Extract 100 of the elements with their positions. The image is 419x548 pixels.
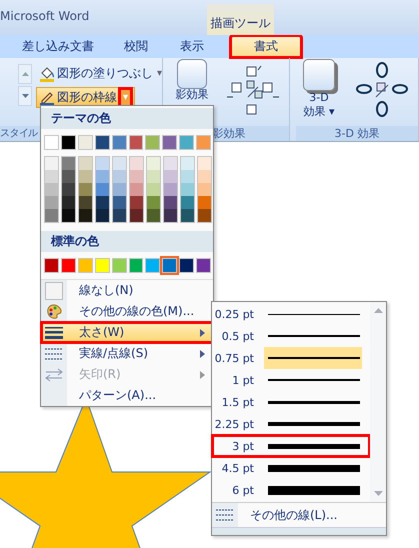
color-swatch[interactable] <box>147 196 160 209</box>
ribbon-tab[interactable]: 表示 <box>166 35 218 58</box>
group-label: 3-D 効果 <box>296 126 418 141</box>
color-swatch[interactable] <box>130 183 143 196</box>
color-swatch[interactable] <box>62 196 75 209</box>
color-swatch[interactable] <box>96 183 109 196</box>
color-swatch[interactable] <box>113 183 126 196</box>
color-swatch[interactable] <box>60 135 76 150</box>
color-swatch[interactable] <box>162 135 178 150</box>
color-swatch[interactable] <box>112 258 127 273</box>
color-swatch[interactable] <box>62 183 75 196</box>
color-swatch[interactable] <box>94 258 110 273</box>
color-swatch[interactable] <box>181 183 194 196</box>
menu-item[interactable]: 太さ(W) <box>41 322 213 343</box>
color-swatch[interactable] <box>145 135 160 150</box>
color-swatch[interactable] <box>164 183 177 196</box>
color-swatch[interactable] <box>79 170 92 183</box>
ribbon-tab[interactable]: 校閲 <box>110 35 162 58</box>
line-weight-option[interactable]: 0.5 pt <box>212 325 370 347</box>
color-swatch[interactable] <box>147 170 160 183</box>
line-weight-option[interactable]: 1.5 pt <box>212 391 370 413</box>
color-swatch[interactable] <box>164 196 177 209</box>
color-swatch[interactable] <box>45 183 58 196</box>
color-swatch[interactable] <box>113 170 126 183</box>
color-swatch[interactable] <box>164 170 177 183</box>
arrows-icon <box>45 368 63 382</box>
line-weight-option[interactable]: 4.5 pt <box>212 457 370 479</box>
color-swatch[interactable] <box>62 209 75 222</box>
color-swatch[interactable] <box>198 183 211 196</box>
scrollbar[interactable] <box>370 302 386 502</box>
color-swatch[interactable] <box>128 258 144 273</box>
color-swatch[interactable] <box>113 157 126 170</box>
color-swatch[interactable] <box>196 135 212 150</box>
color-swatch[interactable] <box>45 157 58 170</box>
line-weight-option[interactable]: 0.25 pt <box>212 303 370 325</box>
resize-grip[interactable] <box>212 527 386 535</box>
color-swatch[interactable] <box>198 157 211 170</box>
color-swatch[interactable] <box>147 157 160 170</box>
color-swatch[interactable] <box>96 209 109 222</box>
color-swatch[interactable] <box>79 157 92 170</box>
color-swatch[interactable] <box>196 258 212 273</box>
color-swatch[interactable] <box>78 258 93 273</box>
shadow-effects-button[interactable]: 影効果 <box>169 58 215 102</box>
color-swatch[interactable] <box>198 196 211 209</box>
color-swatch[interactable] <box>181 157 194 170</box>
menu-item[interactable]: 実線/点線(S) <box>41 343 213 364</box>
color-swatch[interactable] <box>45 209 58 222</box>
color-swatch[interactable] <box>44 258 59 273</box>
line-weight-option[interactable]: 1 pt <box>212 369 370 391</box>
scroll-up-button[interactable] <box>18 64 32 84</box>
menu-item[interactable]: 線なし(N) <box>41 280 213 301</box>
3d-effects-button[interactable]: 3-D 効果 ▾ <box>296 58 342 120</box>
color-swatch[interactable] <box>62 157 75 170</box>
up-arrow-icon <box>22 72 28 76</box>
menu-item[interactable]: その他の線(L)... <box>212 502 386 527</box>
shape-fill-button[interactable]: 図形の塗りつぶし ▾ <box>36 63 166 84</box>
color-swatch[interactable] <box>79 209 92 222</box>
ribbon-tab[interactable]: 書式 <box>230 35 302 58</box>
color-swatch[interactable] <box>94 135 110 150</box>
color-swatch[interactable] <box>79 183 92 196</box>
color-swatch[interactable] <box>162 258 178 273</box>
color-swatch[interactable] <box>181 196 194 209</box>
color-swatch[interactable] <box>60 258 76 273</box>
color-swatch[interactable] <box>130 209 143 222</box>
color-swatch[interactable] <box>96 157 109 170</box>
window-title: Microsoft Word <box>0 9 90 23</box>
color-swatch[interactable] <box>128 135 144 150</box>
ribbon-tab[interactable]: 差し込み文書 <box>8 35 108 58</box>
color-swatch[interactable] <box>198 209 211 222</box>
color-swatch[interactable] <box>113 209 126 222</box>
menu-item[interactable]: パターン(A)... <box>41 385 213 406</box>
pencil-icon <box>39 90 55 106</box>
color-swatch[interactable] <box>79 196 92 209</box>
color-swatch[interactable] <box>147 209 160 222</box>
scroll-down-button[interactable] <box>18 86 32 106</box>
color-swatch[interactable] <box>62 170 75 183</box>
color-swatch[interactable] <box>78 135 93 150</box>
color-swatch[interactable] <box>45 170 58 183</box>
color-swatch[interactable] <box>130 196 143 209</box>
color-swatch[interactable] <box>181 209 194 222</box>
color-swatch[interactable] <box>164 157 177 170</box>
color-swatch[interactable] <box>45 196 58 209</box>
color-swatch[interactable] <box>181 170 194 183</box>
color-swatch[interactable] <box>179 258 194 273</box>
line-weight-option[interactable]: 3 pt <box>212 435 370 457</box>
color-swatch[interactable] <box>96 196 109 209</box>
menu-item[interactable]: その他の線の色(M)... <box>41 301 213 322</box>
color-swatch[interactable] <box>96 170 109 183</box>
color-swatch[interactable] <box>179 135 194 150</box>
color-swatch[interactable] <box>44 135 59 150</box>
line-weight-option[interactable]: 6 pt <box>212 479 370 501</box>
color-swatch[interactable] <box>130 170 143 183</box>
color-swatch[interactable] <box>147 183 160 196</box>
line-weight-option[interactable]: 2.25 pt <box>212 413 370 435</box>
color-swatch[interactable] <box>145 258 160 273</box>
color-swatch[interactable] <box>164 209 177 222</box>
color-swatch[interactable] <box>130 157 143 170</box>
color-swatch[interactable] <box>112 135 127 150</box>
color-swatch[interactable] <box>198 170 211 183</box>
color-swatch[interactable] <box>113 196 126 209</box>
